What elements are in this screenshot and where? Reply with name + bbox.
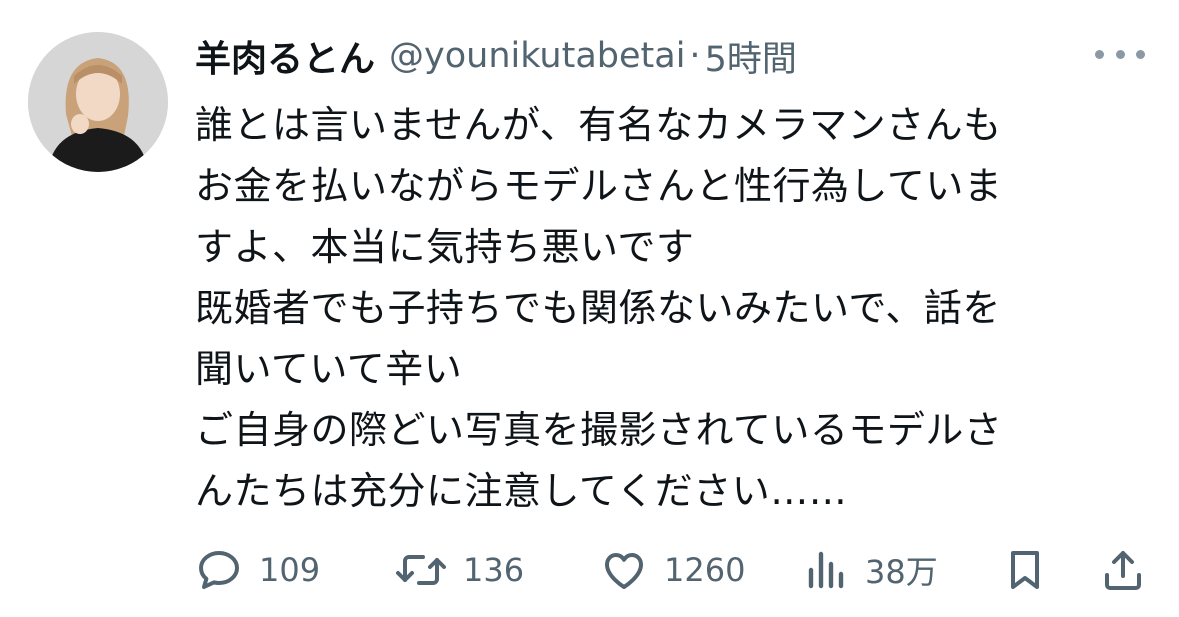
avatar[interactable]	[28, 32, 168, 172]
action-bar: 109 136 1260 38万	[195, 540, 1155, 600]
retweet-count: 136	[463, 551, 525, 589]
views-icon	[808, 551, 844, 589]
tweet-text-line: んたちは充分に注意してください……	[195, 469, 848, 513]
like-button[interactable]: 1260	[600, 540, 745, 600]
retweet-button[interactable]: 136	[395, 540, 524, 600]
display-name[interactable]: 羊肉るとん	[195, 30, 375, 82]
tweet-text-line: 聞いていて辛い	[195, 347, 463, 391]
views-count: 38万	[865, 553, 938, 591]
timestamp[interactable]: 5時間	[705, 31, 797, 82]
tweet-text-line: お金を払いながらモデルさんと性行為していま	[195, 164, 1003, 208]
retweet-icon	[396, 555, 446, 585]
like-count: 1260	[664, 551, 746, 589]
reply-icon	[199, 551, 239, 589]
share-button[interactable]	[1099, 540, 1147, 600]
views-button[interactable]: 38万	[805, 540, 938, 600]
bookmark-button[interactable]	[1003, 540, 1047, 600]
user-handle[interactable]: @younikutabetai	[389, 36, 685, 76]
avatar-image	[28, 32, 168, 172]
reply-count: 109	[259, 551, 321, 589]
tweet-text-line: すよ、本当に気持ち悪いです	[195, 225, 695, 269]
tweet-text-line: 既婚者でも子持ちでも関係ないみたいで、話を	[195, 286, 1001, 330]
heart-icon	[605, 553, 643, 589]
tweet-text-line: ご自身の際どい写真を撮影されているモデルさ	[195, 408, 1003, 452]
tweet-header: 羊肉るとん @younikutabetai · 5時間	[195, 28, 797, 84]
tweet-text: 誰とは言いませんが、有名なカメラマンさんも お金を払いながらモデルさんと性行為し…	[195, 95, 1155, 522]
separator-dot: ·	[689, 36, 701, 76]
tweet-text-line: 誰とは言いませんが、有名なカメラマンさんも	[195, 103, 1002, 147]
share-icon	[1105, 551, 1141, 590]
reply-button[interactable]: 109	[195, 540, 320, 600]
bookmark-icon	[1011, 551, 1039, 589]
more-options-icon[interactable]	[1095, 44, 1145, 64]
